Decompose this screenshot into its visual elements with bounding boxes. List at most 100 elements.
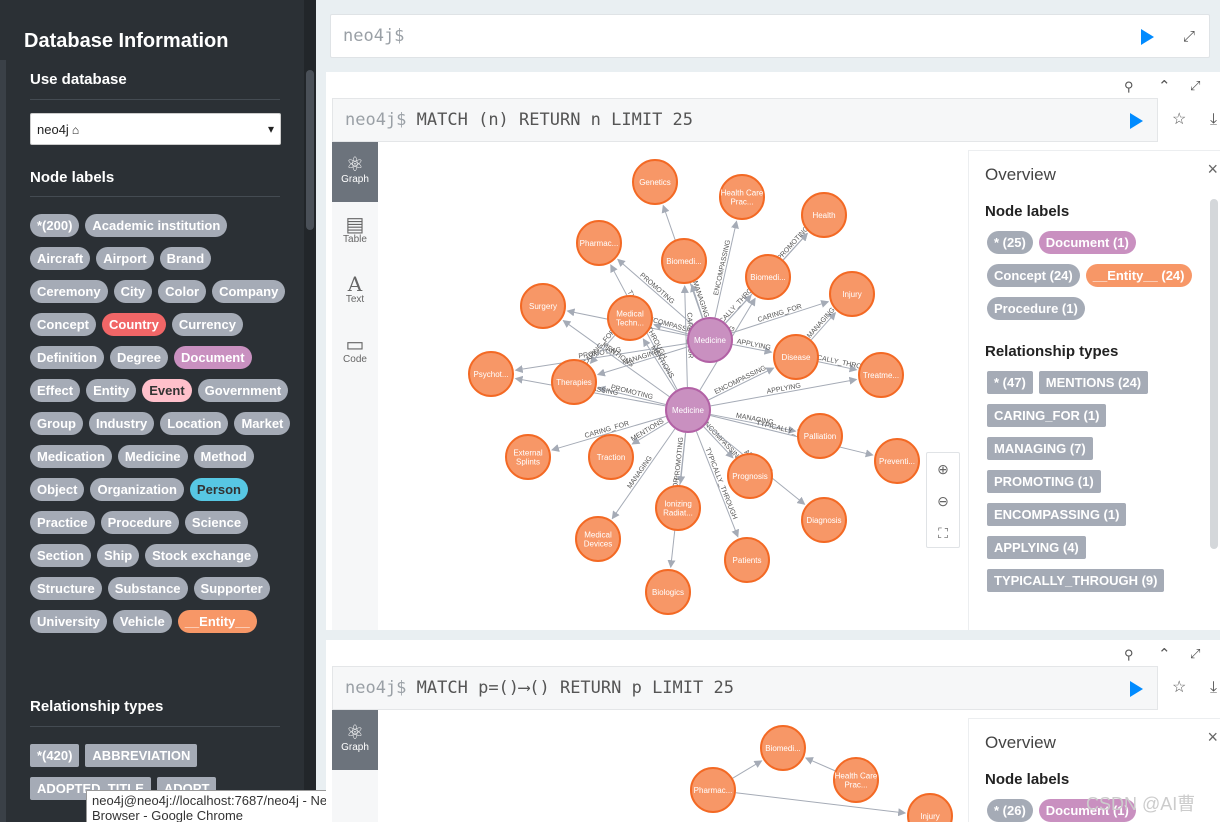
node-label-chip[interactable]: *(200) [30,214,80,237]
node-label-chip[interactable]: Airport [96,247,154,270]
graph-visualization[interactable]: Biomedi... Pharmac... Health CarePrac... In… [378,710,968,822]
node-label-chip[interactable]: Structure [30,577,102,600]
graph-relationship[interactable] [732,760,763,779]
zoom-in-icon[interactable]: ⊕ [927,453,959,485]
collapse-icon[interactable]: ⌃ [1158,647,1171,662]
collapse-icon[interactable]: ⌃ [1158,79,1171,94]
relationship-type-chip[interactable]: MENTIONS (24) [1038,371,1149,394]
node-label-chip[interactable]: Medicine [117,445,188,468]
pin-icon[interactable]: ⚲ [1124,648,1134,661]
graph-node[interactable]: Health CarePrac... [833,757,879,803]
node-label-chip[interactable]: Section [30,544,91,567]
node-label-chip[interactable]: Country [102,313,166,336]
graph-node[interactable]: Biomedi... [745,254,791,300]
graph-node[interactable]: Patients [724,537,770,583]
graph-node[interactable]: MedicalTechn... [607,295,653,341]
node-label-chip[interactable]: Medication [30,445,112,468]
graph-node[interactable]: Biomedi... [661,238,707,284]
graph-node[interactable]: ExternalSplints [505,434,551,480]
zoom-out-icon[interactable]: ⊖ [927,485,959,517]
rerun-button[interactable] [1130,113,1143,129]
node-label-chip[interactable]: Brand [159,247,212,270]
close-icon[interactable]: × [1207,727,1218,748]
graph-node[interactable]: Diagnosis [801,497,847,543]
node-label-chip[interactable]: * (25) [987,231,1033,254]
frame-query-bar[interactable]: neo4j$ MATCH (n) RETURN n LIMIT 25 [332,98,1158,142]
run-button[interactable] [1141,29,1154,45]
graph-node[interactable]: Pharmac... [690,767,736,813]
download-icon[interactable]: ⤓ [1210,680,1217,696]
graph-node[interactable]: Injury [829,271,875,317]
relationship-type-chip[interactable]: ABBREVIATION [85,744,198,767]
node-label-chip[interactable]: Object [30,478,85,501]
node-label-chip[interactable]: Person [189,478,248,501]
node-label-chip[interactable]: Organization [90,478,184,501]
relationship-type-chip[interactable]: PROMOTING (1) [987,470,1101,493]
node-label-chip[interactable]: * (26) [987,799,1033,822]
fullscreen-icon[interactable]: ⤢ [1183,29,1195,44]
node-label-chip[interactable]: Currency [171,313,243,336]
download-icon[interactable]: ⤓ [1210,112,1217,128]
tab-graph[interactable]: ⚛ Graph [332,142,378,202]
node-label-chip[interactable]: University [30,610,107,633]
graph-node[interactable]: IonizingRadiat... [655,485,701,531]
graph-node[interactable]: Injury [907,793,953,822]
node-label-chip[interactable]: Practice [30,511,95,534]
node-label-chip[interactable]: Stock exchange [145,544,259,567]
node-label-chip[interactable]: Concept (24) [987,264,1080,287]
tab-text[interactable]: A Text [332,262,378,322]
scrollbar-thumb[interactable] [306,70,314,230]
rerun-button[interactable] [1130,681,1143,697]
database-select[interactable]: neo4j ⌂ ▾ [30,113,281,145]
expand-icon[interactable]: ⤢ [1190,79,1200,92]
node-label-chip[interactable]: Vehicle [112,610,172,633]
close-icon[interactable]: × [1207,159,1218,180]
node-label-chip[interactable]: Method [193,445,254,468]
node-label-chip[interactable]: Ceremony [30,280,108,303]
node-label-chip[interactable]: Procedure [100,511,179,534]
relationship-type-chip[interactable]: * (47) [987,371,1033,394]
cypher-editor[interactable]: neo4j$ ⤢ [330,14,1210,58]
tab-table[interactable]: ▤ Table [332,202,378,262]
node-label-chip[interactable]: Government [197,379,289,402]
graph-node[interactable]: Health [801,192,847,238]
node-label-chip[interactable]: Document (1) [1038,231,1136,254]
relationship-type-chip[interactable]: MANAGING (7) [987,437,1093,460]
graph-node[interactable]: Disease [773,334,819,380]
star-icon[interactable]: ☆ [1172,112,1186,128]
graph-node[interactable]: Traction [588,434,634,480]
node-label-chip[interactable]: Color [158,280,207,303]
node-label-chip[interactable]: Science [184,511,249,534]
frame-query-bar[interactable]: neo4j$ MATCH p=()⟶() RETURN p LIMIT 25 [332,666,1158,710]
node-label-chip[interactable]: Degree [109,346,169,369]
node-label-chip[interactable]: City [113,280,153,303]
node-label-chip[interactable]: Document [174,346,252,369]
relationship-type-chip[interactable]: *(420) [30,744,80,767]
node-label-chip[interactable]: __Entity__ (24) [1085,264,1192,287]
node-label-chip[interactable]: Effect [30,379,81,402]
graph-node[interactable]: Prognosis [727,453,773,499]
node-label-chip[interactable]: Ship [96,544,140,567]
node-label-chip[interactable]: Definition [30,346,104,369]
graph-node[interactable]: Genetics [632,159,678,205]
graph-node[interactable]: Treatme... [858,352,904,398]
graph-node[interactable]: Medicine [665,387,711,433]
node-label-chip[interactable]: Aircraft [30,247,91,270]
graph-node[interactable]: Therapies [551,359,597,405]
graph-node[interactable]: Palliation [797,413,843,459]
relationship-type-chip[interactable]: ENCOMPASSING (1) [987,503,1127,526]
star-icon[interactable]: ☆ [1172,680,1186,696]
node-label-chip[interactable]: Location [160,412,229,435]
relationship-type-chip[interactable]: CARING_FOR (1) [987,404,1107,427]
node-label-chip[interactable]: Group [30,412,83,435]
node-label-chip[interactable]: __Entity__ [177,610,257,633]
node-label-chip[interactable]: Academic institution [85,214,228,237]
node-label-chip[interactable]: Industry [89,412,155,435]
fit-icon[interactable]: ⛶ [927,517,959,549]
graph-relationship[interactable] [735,792,907,817]
node-label-chip[interactable]: Entity [86,379,137,402]
pin-icon[interactable]: ⚲ [1124,80,1134,93]
graph-node[interactable]: Health CarePrac... [719,174,765,220]
graph-relationship[interactable] [804,757,836,772]
overview-scrollbar[interactable] [1210,199,1218,549]
